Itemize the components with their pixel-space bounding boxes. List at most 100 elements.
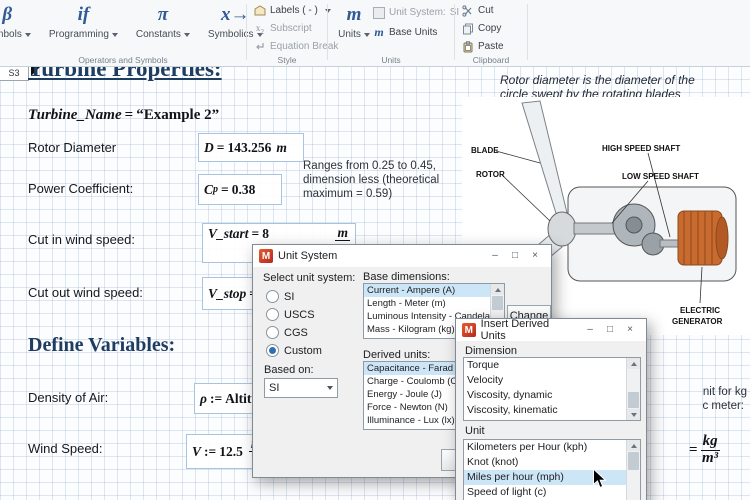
variable-v-stop: V_stop — [208, 286, 246, 302]
heading-turbine-properties: Turbine Properties: — [28, 66, 222, 82]
radio-si[interactable]: SI — [266, 290, 294, 303]
close-button[interactable]: × — [525, 245, 545, 267]
close-button[interactable]: × — [620, 319, 640, 341]
label-generator: GENERATOR — [672, 317, 723, 326]
insert-derived-units-dialog: M Insert Derived Units – □ × Dimension T… — [455, 318, 647, 500]
subscript-p: p — [213, 184, 218, 195]
units-menu-button[interactable]: m Units — [331, 3, 377, 40]
label-low-speed-shaft: LOW SPEED SHAFT — [622, 172, 699, 181]
note-line: Rotor diameter is the diameter of the — [500, 73, 695, 87]
symbols-menu-button[interactable]: β Symbols — [0, 3, 35, 40]
insert-derived-units-titlebar[interactable]: M Insert Derived Units – □ × — [456, 319, 646, 341]
list-item-length-meter[interactable]: Length - Meter (m) — [364, 297, 504, 310]
mathcad-logo-icon: M — [462, 323, 476, 337]
based-on-select[interactable]: SI — [264, 378, 338, 398]
subscript-label: Subscript — [270, 23, 312, 34]
list-item-velocity[interactable]: Velocity — [464, 373, 640, 388]
list-item-knot[interactable]: Knot (knot) — [464, 455, 640, 470]
copy-button[interactable]: Copy — [462, 21, 526, 36]
radio-label: USCS — [284, 309, 315, 321]
constants-label: Constants — [136, 29, 181, 40]
worksheet-tab[interactable]: S3 — [0, 66, 29, 81]
math-region-rotor-diameter[interactable]: D=143.256m — [198, 133, 304, 162]
list-item-viscosity-dynamic[interactable]: Viscosity, dynamic — [464, 388, 640, 403]
define-operator: := — [210, 391, 222, 407]
cut-button[interactable]: Cut — [462, 3, 526, 18]
scroll-up-icon[interactable] — [491, 284, 504, 295]
variable-V: V — [192, 444, 201, 460]
radio-label: CGS — [284, 327, 308, 339]
list-item-kilometers-per-hour[interactable]: Kilometers per Hour (kph) — [464, 440, 640, 455]
chevron-down-icon — [364, 33, 370, 37]
label-blade: BLADE — [471, 146, 499, 155]
scroll-up-icon[interactable] — [627, 440, 640, 451]
labels-menu-button[interactable]: Labels ( - ) — [254, 3, 326, 18]
radio-icon — [266, 290, 279, 303]
list-item-current-ampere[interactable]: Current - Ampere (A) — [364, 284, 504, 297]
note-line: Ranges from 0.25 to 0.45, — [303, 159, 439, 173]
scrollbar[interactable] — [626, 440, 640, 500]
value: 0.38 — [232, 182, 256, 198]
radio-uscs[interactable]: USCS — [266, 308, 315, 321]
variable-D: D — [204, 140, 214, 156]
ribbon-separator — [246, 4, 247, 60]
rotor-hub — [548, 212, 576, 246]
value: 143.256 — [227, 140, 271, 156]
cut-icon — [462, 5, 474, 17]
define-operator: := — [204, 444, 216, 460]
scroll-down-icon[interactable] — [627, 409, 640, 420]
maximize-button[interactable]: □ — [600, 319, 620, 341]
chevron-down-icon — [25, 33, 31, 37]
derived-units-label: Derived units: — [363, 349, 430, 361]
high-speed-shaft — [660, 240, 680, 247]
variable-rho: ρ — [200, 391, 207, 407]
value: 8 — [262, 226, 269, 242]
scrollbar[interactable] — [626, 358, 640, 420]
subscript-button[interactable]: x2 Subscript — [254, 21, 326, 36]
unit-system-dialog-titlebar[interactable]: M Unit System – □ × — [253, 245, 551, 267]
minimize-button[interactable]: – — [580, 319, 600, 341]
ribbon-group-operators: β Symbols if Programming π Constants x→ … — [0, 0, 246, 66]
programming-menu-button[interactable]: if Programming — [45, 3, 122, 40]
dimension-label: Dimension — [465, 345, 517, 357]
equation-break-button[interactable]: Equation Break — [254, 39, 326, 54]
label-cut-in-wind-speed: Cut in wind speed: — [28, 232, 135, 247]
list-item-torque[interactable]: Torque — [464, 358, 640, 373]
scrollbar-thumb[interactable] — [492, 296, 503, 310]
list-item-miles-per-hour[interactable]: Miles per hour (mph) — [464, 470, 640, 485]
scrollbar-thumb[interactable] — [628, 452, 639, 470]
math-region-turbine-name[interactable]: Turbine_Name=“Example 2” — [28, 107, 219, 124]
unit-fraction-kg-per-m3: kgm³ — [701, 434, 720, 467]
paste-button[interactable]: Paste — [462, 39, 526, 54]
app-window: β Symbols if Programming π Constants x→ … — [0, 0, 750, 500]
math-fragment-kg-per-m3: = kgm³ — [686, 434, 720, 467]
group-label-style: Style — [248, 55, 326, 65]
meter-icon: m — [373, 25, 385, 40]
constants-menu-button[interactable]: π Constants — [132, 3, 194, 40]
label-electric: ELECTRIC — [680, 306, 720, 315]
dimension-listbox[interactable]: Torque Velocity Viscosity, dynamic Visco… — [463, 357, 641, 421]
radio-label: SI — [284, 291, 294, 303]
radio-cgs[interactable]: CGS — [266, 326, 308, 339]
scroll-up-icon[interactable] — [627, 358, 640, 369]
math-region-power-coefficient[interactable]: Cp=0.38 — [198, 174, 282, 205]
label-tag-icon — [254, 5, 266, 17]
minimize-button[interactable]: – — [485, 245, 505, 267]
list-item-speed-of-light[interactable]: Speed of light (c) — [464, 485, 640, 500]
base-units-button[interactable]: m Base Units — [373, 25, 437, 40]
ribbon-group-clipboard: Cut Copy Paste Clipboard — [456, 0, 526, 66]
unit-label: Unit — [465, 425, 485, 437]
scrollbar-thumb[interactable] — [628, 392, 639, 408]
maximize-button[interactable]: □ — [505, 245, 525, 267]
base-units-label: Base Units — [389, 27, 437, 38]
equals-operator: = — [252, 226, 260, 242]
radio-custom[interactable]: Custom — [266, 344, 322, 357]
unit-listbox[interactable]: Kilometers per Hour (kph) Knot (knot) Mi… — [463, 439, 641, 500]
note-line: maximum = 0.59) — [303, 187, 439, 201]
chevron-down-icon — [327, 386, 333, 390]
variable-v-start: V_start — [208, 226, 249, 242]
select-unit-system-label: Select unit system: — [263, 272, 355, 284]
equals-operator: = — [217, 140, 225, 156]
pi-symbol-icon: π — [136, 3, 190, 27]
list-item-viscosity-kinematic[interactable]: Viscosity, kinematic — [464, 403, 640, 418]
